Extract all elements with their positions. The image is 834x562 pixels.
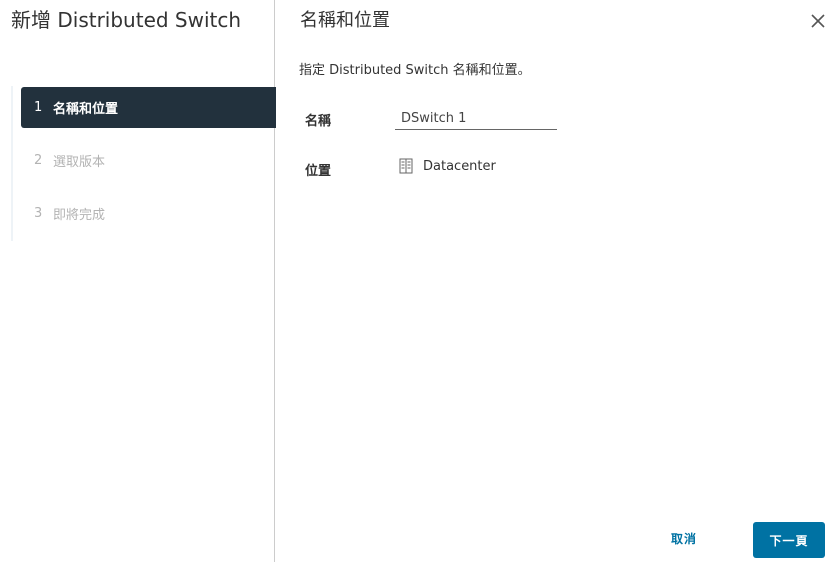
name-input[interactable] [395, 108, 557, 130]
page-title: 名稱和位置 [300, 10, 390, 31]
step-label: 名稱和位置 [53, 102, 119, 117]
wizard-content: 名稱和位置 指定 Distributed Switch 名稱和位置。 名稱 位置… [275, 0, 834, 562]
step-label: 選取版本 [53, 155, 106, 170]
location-label: 位置 [305, 164, 332, 179]
close-icon [811, 14, 825, 28]
cancel-button[interactable]: 取消 [671, 530, 697, 547]
location-value: Datacenter [399, 158, 496, 174]
step-number: 1 [34, 100, 43, 115]
wizard-title: 新增 Distributed Switch [11, 8, 242, 32]
step-label: 即將完成 [53, 208, 106, 223]
name-label: 名稱 [305, 114, 332, 129]
step-name-and-location[interactable]: 1 名稱和位置 [21, 87, 276, 128]
wizard-steps: 1 名稱和位置 2 選取版本 3 即將完成 [11, 86, 276, 241]
step-number: 3 [34, 206, 43, 221]
close-button[interactable] [809, 12, 827, 30]
step-ready-to-complete[interactable]: 3 即將完成 [21, 193, 276, 234]
wizard-sidebar: 新增 Distributed Switch 1 名稱和位置 2 選取版本 3 即… [0, 0, 276, 562]
step-number: 2 [34, 153, 43, 168]
location-text: Datacenter [423, 158, 496, 174]
datacenter-icon [399, 158, 413, 174]
page-description: 指定 Distributed Switch 名稱和位置。 [299, 63, 531, 78]
next-button[interactable]: 下一頁 [753, 522, 825, 558]
step-select-version[interactable]: 2 選取版本 [21, 140, 276, 181]
